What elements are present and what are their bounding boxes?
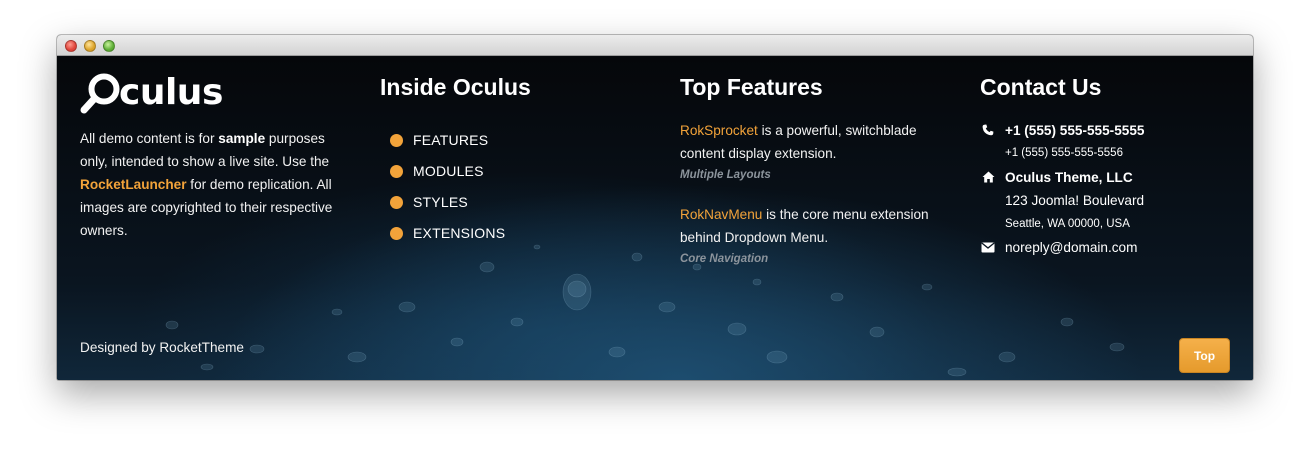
email-link[interactable]: noreply@domain.com <box>1005 240 1137 255</box>
roksprocket-link[interactable]: RokSprocket <box>680 123 758 138</box>
oculus-logo[interactable]: culus <box>80 69 223 115</box>
contact-email: noreply@domain.com <box>980 236 1137 258</box>
contact-phone-main: +1 (555) 555-555-5555 <box>980 119 1144 141</box>
menu-item-extensions[interactable]: EXTENSIONS <box>390 212 505 254</box>
browser-window: culus All demo content is for sample pur… <box>57 35 1253 380</box>
about-bold-word: sample <box>218 131 266 146</box>
close-window-button[interactable] <box>65 40 77 52</box>
magnifier-logo-icon <box>80 73 120 114</box>
top-features-heading: Top Features <box>680 74 823 100</box>
contact-phone-alt: +1 (555) 555-555-5556 <box>1005 147 1123 159</box>
bullet-icon <box>390 133 403 147</box>
contact-street: 123 Joomla! Boulevard <box>1005 192 1145 208</box>
bullet-icon <box>390 164 403 178</box>
bullet-icon <box>390 226 403 240</box>
designed-by-credit[interactable]: Designed by RocketTheme <box>80 340 244 355</box>
envelope-icon <box>980 239 996 255</box>
site-footer: culus All demo content is for sample pur… <box>57 57 1253 380</box>
feature-subtitle: Core Navigation <box>680 253 769 265</box>
contact-us-heading: Contact Us <box>980 74 1102 100</box>
zoom-window-button[interactable] <box>103 40 115 52</box>
feature-subtitle: Multiple Layouts <box>680 169 771 181</box>
about-text: All demo content is for sample purposes … <box>80 131 333 238</box>
minimize-window-button[interactable] <box>84 40 96 52</box>
back-to-top-button[interactable]: Top <box>1179 338 1230 373</box>
contact-city: Seattle, WA 00000, USA <box>1005 218 1130 230</box>
inside-menu: FEATURES MODULES STYLES EXTENSIONS <box>390 130 505 254</box>
logo-wordmark: culus <box>119 71 223 113</box>
contact-company: Oculus Theme, LLC <box>980 166 1133 188</box>
inside-oculus-heading: Inside Oculus <box>380 74 531 100</box>
rocketlauncher-link[interactable]: RocketLauncher <box>80 177 187 192</box>
bullet-icon <box>390 195 403 209</box>
home-icon <box>980 169 996 185</box>
roknavmenu-link[interactable]: RokNavMenu <box>680 207 762 222</box>
feature-roksprocket: RokSprocket is a powerful, switchblade c… <box>680 119 950 184</box>
window-titlebar <box>57 35 1253 56</box>
feature-roknavmenu: RokNavMenu is the core menu extension be… <box>680 203 950 268</box>
phone-icon <box>980 122 996 138</box>
